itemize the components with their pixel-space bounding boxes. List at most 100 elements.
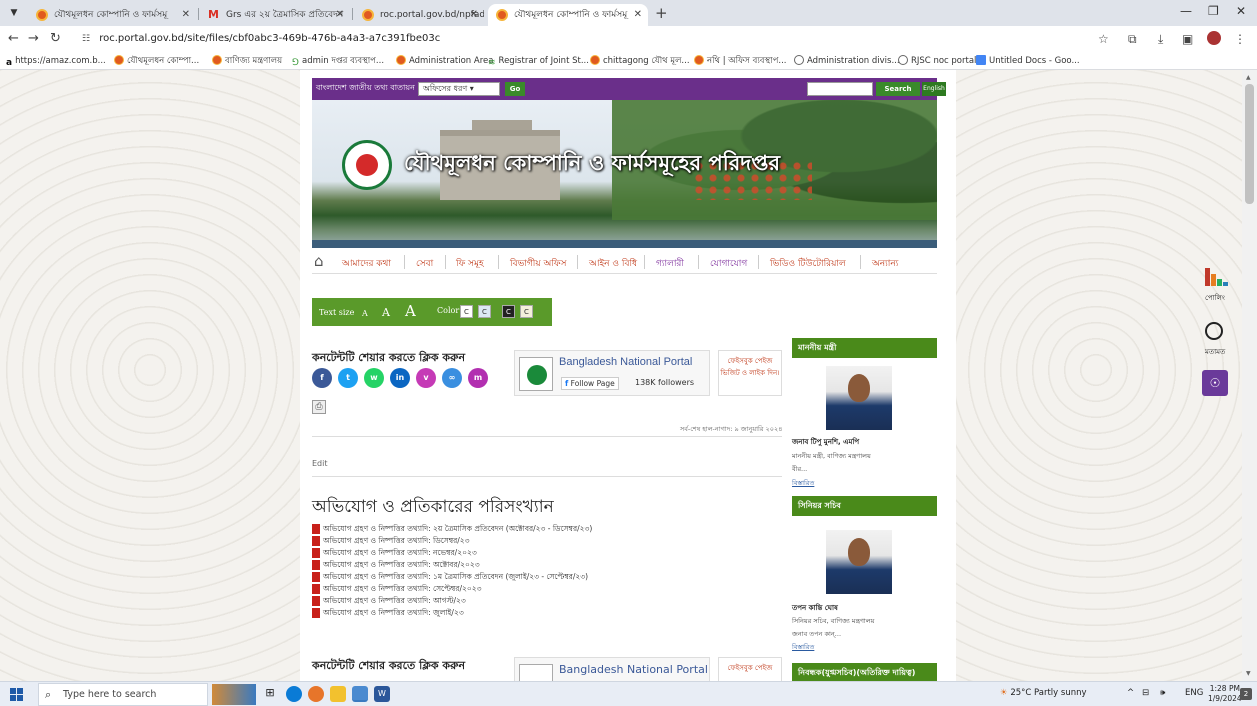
site-search-input[interactable] (807, 82, 873, 96)
document-link[interactable]: অভিযোগ গ্রহণ ও নিষ্পত্তির তথ্যাদি: ডিসেম… (312, 535, 782, 547)
network-icon[interactable]: ⊟ (1142, 688, 1149, 698)
nav-item-divisional-offices[interactable]: বিভাগীয় অফিস (510, 256, 566, 271)
notifications-icon[interactable]: 2 (1240, 688, 1252, 700)
volume-icon[interactable]: 🕪 (1160, 688, 1165, 698)
color-swatch-black[interactable]: C (502, 305, 515, 318)
accessibility-icon[interactable]: ☉ (1202, 370, 1228, 396)
menu-kebab-icon[interactable]: ⋮ (1234, 32, 1246, 46)
nav-item-video-tutorial[interactable]: ভিডিও টিউটোরিয়াল (770, 256, 846, 271)
search-button[interactable]: Search (876, 82, 920, 96)
nav-item-others[interactable]: অন্যান্য (872, 256, 898, 271)
print-icon[interactable]: ⎙ (312, 400, 326, 414)
document-link[interactable]: অভিযোগ গ্রহণ ও নিষ্পত্তির তথ্যাদি: আগস্ট… (312, 595, 782, 607)
secretary-details-link[interactable]: বিস্তারিত (792, 642, 814, 653)
bookmark-item[interactable]: বাণিজ্য মন্ত্রণালয় (212, 54, 282, 68)
nav-item-gallery[interactable]: গ্যালারী (656, 256, 684, 271)
scroll-up-icon[interactable]: ▲ (1246, 74, 1251, 81)
scroll-down-icon[interactable]: ▼ (1246, 670, 1251, 677)
profile-avatar[interactable] (1207, 31, 1221, 45)
bookmark-item[interactable]: RJSC noc portal (898, 54, 976, 68)
color-swatch-cream[interactable]: C (520, 305, 533, 318)
nav-item-laws[interactable]: আইন ও বিধি (589, 256, 637, 271)
document-link[interactable]: অভিযোগ গ্রহণ ও নিষ্পত্তির তথ্যাদি: ১ম ত্… (312, 571, 782, 583)
whatsapp-icon[interactable]: w (364, 368, 384, 388)
facebook-icon[interactable]: f (312, 368, 332, 388)
linkedin-icon[interactable]: in (390, 368, 410, 388)
bookmark-item[interactable]: chittagong যৌথ মূল... (590, 54, 690, 68)
text-size-small-button[interactable]: A (362, 309, 368, 318)
browser-tab[interactable]: যৌথমূলধন কোম্পানি ও ফার্মসমূ ✕ (28, 4, 196, 26)
url-field[interactable]: ☷ roc.portal.gov.bd/site/files/cbf0abc3-… (82, 30, 1082, 48)
close-tab-icon[interactable]: ✕ (336, 4, 344, 26)
new-tab-button[interactable]: + (655, 4, 668, 22)
color-swatch-white[interactable]: C (460, 305, 473, 318)
poll-label[interactable]: পোলিং (1205, 292, 1225, 304)
forward-icon[interactable]: → (28, 31, 39, 46)
document-link[interactable]: অভিযোগ গ্রহণ ও নিষ্পত্তির তথ্যাদি: নভেম্… (312, 547, 782, 559)
extensions-icon[interactable]: ⧉ (1128, 32, 1137, 47)
bookmark-item[interactable]: Untitled Docs - Goo... (976, 54, 1080, 68)
bookmark-item[interactable]: নথি | অফিস ব্যবস্থাপ... (694, 54, 787, 68)
text-size-medium-button[interactable]: A (382, 306, 390, 319)
english-button[interactable]: English (922, 82, 946, 96)
scrollbar-thumb[interactable] (1245, 84, 1254, 204)
nav-item-contact[interactable]: যোগাযোগ (710, 256, 747, 271)
home-icon[interactable]: ⌂ (314, 252, 324, 270)
government-seal-logo[interactable] (342, 140, 392, 190)
bookmark-item[interactable]: Administration divis... (794, 54, 900, 68)
search-highlight-image[interactable] (212, 684, 256, 705)
browser-tab[interactable]: M Grs এর ২য় ত্রৈমাসিক প্রতিবেদন ✕ (200, 4, 350, 26)
clock[interactable]: 1:28 PM 1/9/2024 (1208, 684, 1242, 704)
back-icon[interactable]: ← (8, 31, 19, 46)
messenger-icon[interactable]: m (468, 368, 488, 388)
minister-details-link[interactable]: বিস্তারিত (792, 478, 814, 489)
document-link[interactable]: অভিযোগ গ্রহণ ও নিষ্পত্তির তথ্যাদি: জুলাই… (312, 607, 782, 619)
reload-icon[interactable]: ↻ (50, 31, 61, 46)
language-indicator[interactable]: ENG (1185, 688, 1203, 698)
poll-icon[interactable] (1205, 268, 1228, 286)
chrome-icon[interactable] (352, 686, 368, 702)
bookmark-item[interactable]: Administration Area (396, 54, 493, 68)
portal-name-link[interactable]: Bangladesh National Portal (559, 663, 708, 676)
close-tab-icon[interactable]: ✕ (634, 4, 642, 26)
bookmark-item[interactable]: ≋ Registrar of Joint St... (488, 54, 589, 68)
weather-widget[interactable]: ☀ 25°C Partly sunny (1000, 688, 1087, 698)
follow-page-button[interactable]: f Follow Page (561, 377, 619, 390)
firefox-icon[interactable] (308, 686, 324, 702)
taskbar-search-input[interactable]: ⌕ Type here to search (38, 683, 208, 706)
text-size-large-button[interactable]: A (405, 302, 416, 320)
task-view-icon[interactable]: ⊞ (262, 686, 278, 702)
nav-item-services[interactable]: সেবা (416, 256, 433, 271)
minimize-icon[interactable]: — (1180, 4, 1192, 18)
document-link[interactable]: অভিযোগ গ্রহণ ও নিষ্পত্তির তথ্যাদি: সেপ্ট… (312, 583, 782, 595)
viber-icon[interactable]: v (416, 368, 436, 388)
facebook-like-link[interactable]: ফেইসবুক পেইজ (718, 657, 782, 681)
facebook-like-link[interactable]: ফেইসবুক পেইজ ভিজিট ও লাইক দিন। (718, 350, 782, 396)
windows-start-icon[interactable] (10, 688, 24, 702)
close-tab-icon[interactable]: ✕ (470, 4, 478, 26)
site-info-icon[interactable]: ☷ (82, 30, 96, 48)
portal-name-link[interactable]: Bangladesh National Portal (559, 356, 692, 368)
go-button[interactable]: Go (505, 82, 525, 96)
tray-chevron-icon[interactable]: ^ (1127, 688, 1134, 698)
bookmark-item[interactable]: a https://amaz.com.b... (6, 54, 106, 68)
file-explorer-icon[interactable] (330, 686, 346, 702)
browser-tab-active[interactable]: যৌথমূলধন কোম্পানি ও ফার্মসমূ ✕ (488, 4, 648, 26)
bookmark-item[interactable]: ⅁ admin দপ্তর ব্যবস্থাপ... (292, 54, 384, 68)
feedback-icon[interactable] (1205, 322, 1223, 340)
word-icon[interactable]: W (374, 686, 390, 702)
portal-label[interactable]: বাংলাদেশ জাতীয় তথ্য বাতায়ন (316, 82, 415, 95)
edge-icon[interactable] (286, 686, 302, 702)
download-icon[interactable]: ⤓ (1158, 32, 1163, 47)
edit-link[interactable]: Edit (312, 459, 328, 468)
color-swatch-blue[interactable]: C (478, 305, 491, 318)
twitter-icon[interactable]: t (338, 368, 358, 388)
browser-tab[interactable]: roc.portal.gov.bd/npfadmin/pu ✕ (354, 4, 484, 26)
bookmark-star-icon[interactable]: ☆ (1098, 32, 1109, 46)
tab-search-button[interactable]: ▼ (6, 5, 22, 21)
close-tab-icon[interactable]: ✕ (182, 4, 190, 26)
feedback-label[interactable]: মতামত (1205, 346, 1225, 358)
document-link[interactable]: অভিযোগ গ্রহণ ও নিষ্পত্তির তথ্যাদি: ২য় ত… (312, 523, 782, 535)
office-type-select[interactable]: অফিসের ধরণ ▾ (418, 82, 500, 96)
nav-item-about[interactable]: আমাদের কথা (342, 256, 391, 271)
